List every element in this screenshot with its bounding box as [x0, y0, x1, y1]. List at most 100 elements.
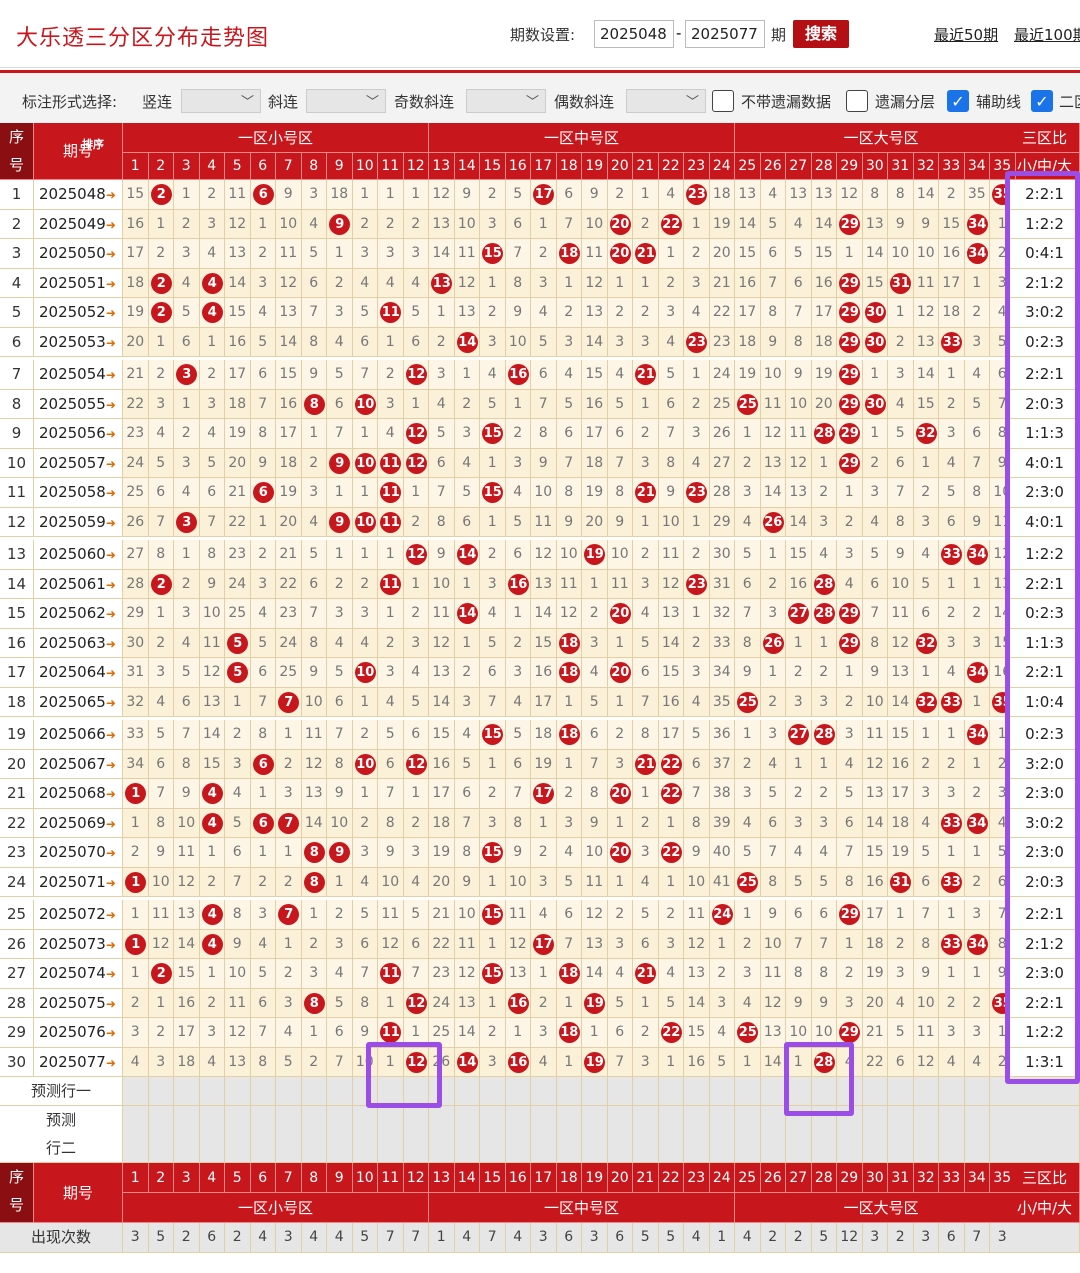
miss-layer-checkbox[interactable]: [846, 90, 868, 112]
row-cell: 9: [811, 988, 837, 1018]
row-cell: 27: [123, 540, 149, 570]
drawn-ball: 11: [380, 511, 402, 533]
no-miss-checkbox[interactable]: [712, 90, 734, 112]
predict-row-1-cell: [556, 1077, 582, 1106]
row-cell: 1: [480, 988, 506, 1018]
row-cell: 31: [888, 268, 914, 298]
row-cell: 2: [480, 180, 506, 210]
row-seq: 26: [0, 929, 34, 959]
row-cell: 2: [123, 988, 149, 1018]
row-cell: 21: [276, 540, 302, 570]
row-cell: 2: [939, 988, 965, 1018]
row-cell: 3: [862, 478, 888, 508]
row-cell: 1: [837, 478, 863, 508]
row-cell: 4: [556, 360, 582, 390]
row-cell: 13: [454, 988, 480, 1018]
row-cell: 9: [327, 507, 353, 537]
period-from-input[interactable]: [594, 20, 674, 48]
row-cell: 18: [862, 929, 888, 959]
count-cell: 7: [480, 1223, 506, 1253]
row-cell: 3: [250, 268, 276, 298]
search-button[interactable]: 搜索: [793, 20, 849, 48]
row-cell: 19: [225, 419, 251, 449]
zone2-checkbox[interactable]: ✓: [1031, 90, 1053, 112]
row-cell: 1: [811, 448, 837, 478]
drawn-ball: 6: [252, 753, 274, 775]
row-cell: 1: [811, 749, 837, 779]
row-cell: 4: [837, 749, 863, 779]
row-issue: 2025055➜: [34, 389, 123, 419]
row-cell: 3: [888, 959, 914, 989]
arrow-icon: ➜: [105, 937, 116, 952]
row-cell: 8: [786, 327, 812, 357]
drawn-ball: 23: [686, 573, 708, 595]
predict-row-1-cell: [505, 1077, 531, 1106]
odd-diagonal-select[interactable]: ﹀: [466, 89, 546, 113]
predict-row-2-ratio: [1010, 1106, 1080, 1163]
row-cell: 34: [964, 540, 990, 570]
row-cell: 5: [862, 540, 888, 570]
row-cell: 15: [862, 838, 888, 868]
row-cell: 4: [123, 1047, 149, 1077]
row-cell: 4: [607, 360, 633, 390]
row-cell: 4: [148, 419, 174, 449]
row-cell: 3: [964, 327, 990, 357]
footer-number-header: 25: [735, 1163, 761, 1193]
row-cell: 16: [429, 749, 455, 779]
row-cell: 15: [480, 419, 506, 449]
row-cell: 18: [582, 448, 608, 478]
row-cell: 7: [454, 808, 480, 838]
row-cell: 29: [837, 628, 863, 658]
drawn-ball: 29: [839, 331, 861, 353]
aux-line-checkbox[interactable]: ✓: [947, 90, 969, 112]
row-cell: 9: [684, 838, 710, 868]
drawn-ball: 16: [507, 364, 529, 385]
row-cell: 6: [607, 419, 633, 449]
row-issue: 2025065➜: [34, 687, 123, 717]
row-cell: 2: [148, 180, 174, 210]
row-cell: 8: [837, 867, 863, 897]
row-cell: 21: [633, 239, 659, 269]
row-cell: 29: [837, 298, 863, 328]
predict-row-1-cell: [480, 1077, 506, 1106]
row-cell: 1: [709, 929, 735, 959]
row-cell: 11: [684, 900, 710, 930]
row-cell: 3: [837, 988, 863, 1018]
sort-button[interactable]: 排序: [78, 135, 108, 155]
row-cell: 5: [327, 360, 353, 390]
count-cell: 4: [250, 1223, 276, 1253]
row-cell: 3: [480, 569, 506, 599]
drawn-ball: 28: [813, 423, 835, 444]
number-header: 31: [888, 153, 914, 180]
row-cell: 3: [633, 1047, 659, 1077]
even-diagonal-select[interactable]: ﹀: [626, 89, 706, 113]
row-cell: 9: [786, 988, 812, 1018]
row-cell: 18: [939, 298, 965, 328]
row-issue: 2025059➜: [34, 507, 123, 537]
count-cell: 5: [633, 1223, 659, 1253]
row-cell: 2: [964, 867, 990, 897]
row-cell: 8: [556, 478, 582, 508]
row-cell: 2: [327, 900, 353, 930]
drawn-ball: 13: [431, 272, 453, 294]
period-to-input[interactable]: [685, 20, 765, 48]
drawn-ball: 21: [635, 753, 657, 775]
row-cell: 12: [786, 448, 812, 478]
vertical-select[interactable]: ﹀: [181, 89, 261, 113]
row-cell: 1: [250, 209, 276, 239]
recent-50-link[interactable]: 最近50期: [934, 24, 998, 45]
footer-number-header: 26: [760, 1163, 786, 1193]
row-cell: 7: [633, 687, 659, 717]
drawn-ball: 34: [966, 933, 988, 955]
row-cell: 7: [378, 779, 404, 809]
row-cell: 10: [174, 808, 200, 838]
row-cell: 13: [760, 1018, 786, 1048]
row-issue: 2025069➜: [34, 808, 123, 838]
row-cell: 11: [378, 959, 404, 989]
row-cell: 9: [301, 658, 327, 688]
diagonal-select[interactable]: ﹀: [306, 89, 386, 113]
row-cell: 2: [174, 419, 200, 449]
arrow-icon: ➜: [105, 846, 116, 860]
recent-100-link[interactable]: 最近100期: [1014, 24, 1080, 45]
row-cell: 6: [735, 569, 761, 599]
